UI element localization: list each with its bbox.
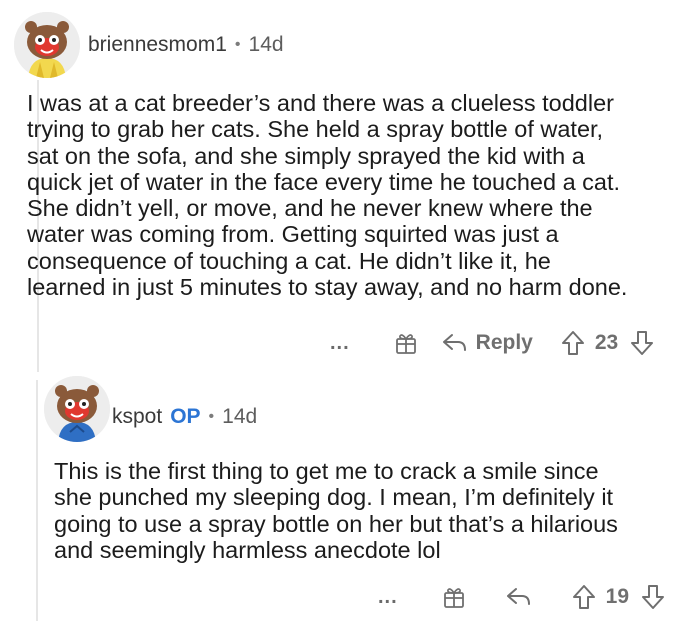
comment-body: This is the first thing to get me to cra…: [54, 458, 694, 563]
reply-button[interactable]: Reply: [442, 331, 533, 355]
upvote-button[interactable]: [561, 330, 585, 356]
avatar[interactable]: [44, 376, 110, 442]
reply-icon: [442, 334, 466, 351]
avatar-icon: [14, 12, 80, 78]
more-options-button[interactable]: ...: [330, 332, 350, 355]
downvote-arrow-icon: [642, 585, 665, 609]
reply-button[interactable]: [506, 586, 532, 608]
comment-meta: kspot OP • 14d: [112, 405, 257, 429]
comment-line: going to use a spray bottle on her but t…: [54, 510, 618, 537]
downvote-button[interactable]: [630, 330, 654, 356]
vote-count: 23: [594, 331, 619, 354]
comment-line: learned in just 5 minutes to stay away, …: [27, 274, 628, 301]
username[interactable]: briennesmom1: [88, 33, 227, 57]
avatar-icon: [44, 376, 110, 442]
timestamp: 14d: [222, 405, 258, 428]
comment-line: consequence of touching a cat. He didn’t…: [27, 247, 551, 274]
upvote-arrow-icon: [572, 585, 595, 609]
comment-body: I was at a cat breeder’s and there was a…: [27, 90, 687, 300]
avatar[interactable]: [14, 12, 80, 78]
reply-icon: [506, 588, 530, 605]
comment-line: and seemingly harmless anecdote lol: [54, 536, 441, 563]
reply-thread-line: [36, 380, 38, 621]
comment-line: I was at a cat breeder’s and there was a…: [27, 90, 614, 116]
reply-label: Reply: [475, 331, 533, 354]
award-button[interactable]: [442, 585, 466, 609]
downvote-arrow-icon: [631, 331, 654, 355]
username[interactable]: kspot: [112, 405, 162, 429]
gift-icon: [443, 588, 464, 608]
comment: briennesmom1 • 14d I was at a cat breede…: [0, 0, 700, 372]
comment-line: trying to grab her cats. She held a spra…: [27, 116, 604, 143]
comment-line: she punched my sleeping dog. I mean, I’m…: [54, 484, 614, 511]
vote-count: 19: [605, 585, 630, 608]
upvote-button[interactable]: [572, 584, 596, 610]
comment-line: quick jet of water in the face every tim…: [27, 168, 621, 195]
comment-line: This is the first thing to get me to cra…: [54, 458, 599, 484]
comment-actions: ... Reply 23: [330, 330, 654, 356]
comment-line: sat on the sofa, and she simply sprayed …: [27, 142, 585, 169]
meta-separator: •: [234, 36, 241, 53]
comment-actions: ... 19: [378, 584, 665, 610]
comment-line: She didn’t yell, or move, and he never k…: [27, 195, 593, 222]
upvote-arrow-icon: [561, 331, 584, 355]
op-badge: OP: [170, 405, 201, 428]
more-options-button[interactable]: ...: [378, 586, 398, 609]
comment-meta: briennesmom1 • 14d: [88, 33, 284, 57]
downvote-button[interactable]: [641, 584, 665, 610]
award-button[interactable]: [394, 331, 418, 355]
comment-line: water was coming from. Getting squirted …: [27, 221, 559, 248]
meta-separator: •: [208, 408, 215, 425]
timestamp: 14d: [248, 33, 284, 56]
gift-icon: [395, 334, 416, 354]
